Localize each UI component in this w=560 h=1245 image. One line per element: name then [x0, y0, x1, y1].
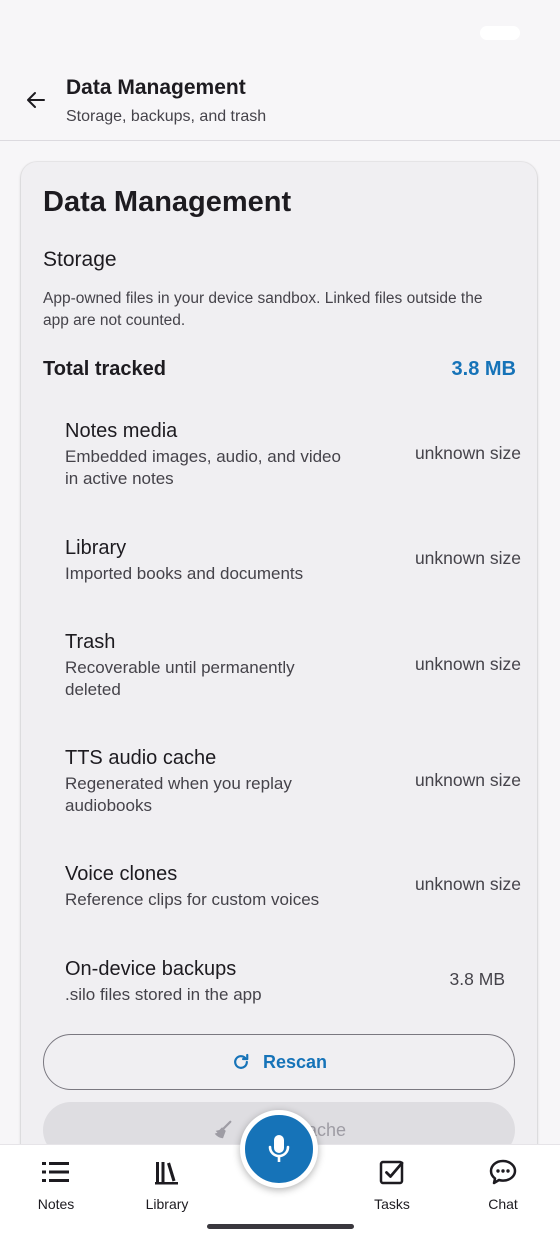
storage-item-description: Embedded images, audio, and video in act…	[65, 447, 341, 488]
storage-item-description: Recoverable until permanently deleted	[65, 658, 295, 699]
battery-icon	[480, 26, 520, 40]
books-icon	[155, 1162, 178, 1185]
chat-bubble-icon	[489, 1159, 517, 1185]
rescan-label: Rescan	[262, 1051, 328, 1072]
list-icon	[42, 1162, 69, 1182]
storage-item-trash: Trash Recoverable until permanently dele…	[65, 629, 521, 701]
nav-item-notes[interactable]: Notes	[16, 1157, 96, 1212]
nav-label-chat: Chat	[488, 1196, 518, 1212]
nav-item-library[interactable]: Library	[127, 1157, 207, 1212]
storage-item-description: .silo files stored in the app	[65, 985, 262, 1004]
nav-label-notes: Notes	[37, 1196, 75, 1212]
storage-item-name: On-device backups	[65, 958, 237, 980]
voice-input-button[interactable]	[240, 1110, 318, 1188]
total-tracked-value: 3.8 MB	[451, 358, 516, 380]
page-subtitle: Storage, backups, and trash	[66, 108, 267, 125]
storage-item-name: Notes media	[65, 420, 178, 442]
storage-item-name: Trash	[65, 631, 116, 653]
refresh-icon	[234, 1053, 249, 1069]
broom-icon	[214, 1120, 232, 1139]
back-button[interactable]	[20, 84, 52, 116]
data-management-card: Data Management Storage App-owned files …	[21, 162, 537, 1162]
storage-item-description: Imported books and documents	[65, 564, 304, 583]
page-title: Data Management	[66, 76, 246, 99]
storage-item-on-device-backups: On-device backups .silo files stored in …	[65, 956, 515, 1006]
storage-item-size: 3.8 MB	[449, 969, 505, 989]
storage-item-description: Regenerated when you replay audiobooks	[65, 774, 292, 815]
storage-item-tts-audio-cache: TTS audio cache Regenerated when you rep…	[65, 745, 521, 817]
storage-section-title: Storage	[43, 248, 117, 271]
nav-label-library: Library	[145, 1196, 189, 1212]
storage-item-description: Reference clips for custom voices	[65, 890, 320, 909]
storage-item-notes-media: Notes media Embedded images, audio, and …	[65, 418, 521, 490]
storage-item-library: Library Imported books and documents unk…	[65, 535, 521, 585]
nav-item-chat[interactable]: Chat	[463, 1157, 543, 1212]
rescan-button[interactable]: Rescan	[43, 1034, 515, 1090]
nav-item-tasks[interactable]: Tasks	[352, 1157, 432, 1212]
total-tracked-label: Total tracked	[43, 358, 166, 380]
storage-section-description: App-owned files in your device sandbox. …	[43, 290, 483, 329]
checkbox-icon	[379, 1160, 404, 1185]
arrow-left-icon	[27, 92, 45, 108]
storage-item-size: unknown size	[414, 654, 521, 674]
status-bar	[0, 0, 560, 66]
microphone-icon	[268, 1135, 290, 1162]
storage-item-size: unknown size	[414, 548, 521, 568]
storage-item-size: unknown size	[414, 770, 521, 790]
app-bar: Data Management Storage, backups, and tr…	[0, 66, 560, 141]
storage-item-voice-clones: Voice clones Reference clips for custom …	[65, 861, 521, 911]
card-title: Data Management	[43, 186, 292, 218]
home-indicator[interactable]	[207, 1224, 354, 1229]
storage-item-name: TTS audio cache	[65, 747, 217, 769]
storage-item-size: unknown size	[414, 443, 521, 463]
storage-item-size: unknown size	[414, 874, 521, 894]
nav-label-tasks: Tasks	[374, 1196, 410, 1212]
